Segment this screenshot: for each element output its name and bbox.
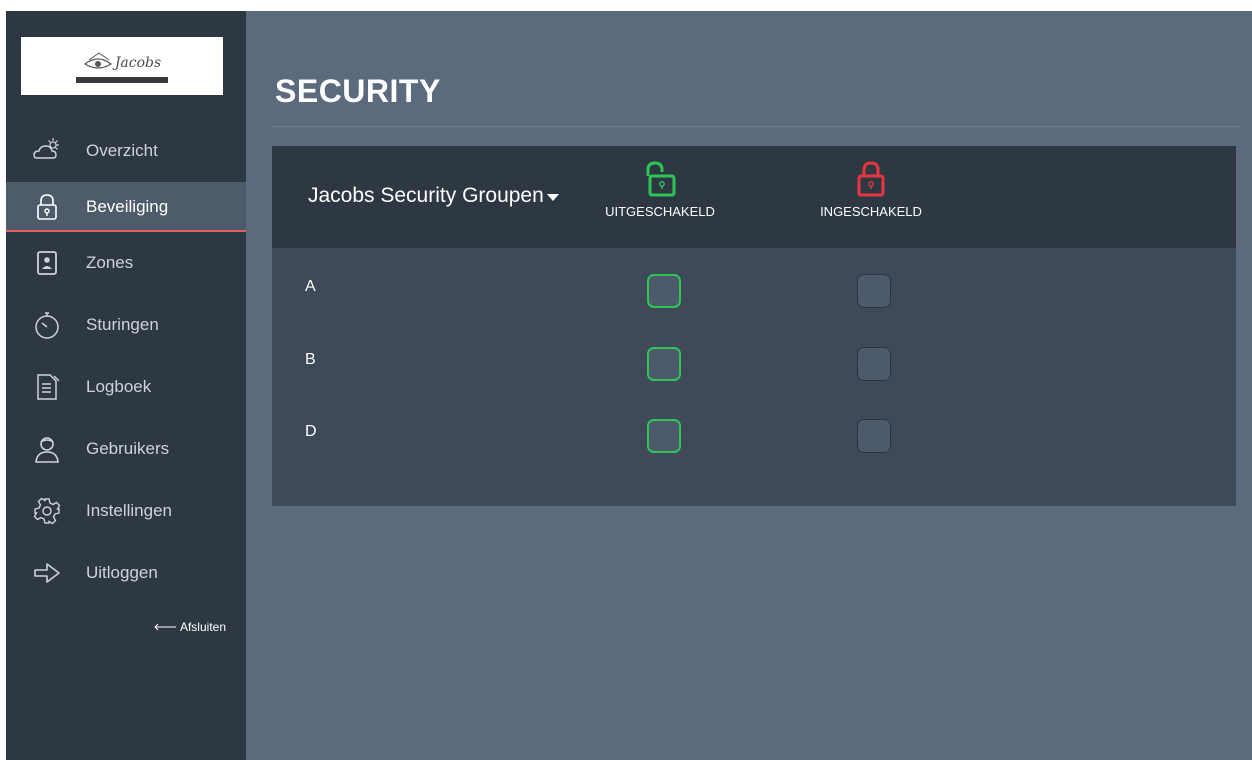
column-label-armed: INGESCHAKELD (820, 204, 922, 219)
sidebar-item-overzicht[interactable]: Overzicht (6, 120, 246, 182)
timer-icon (35, 312, 59, 339)
disarm-checkbox-b[interactable] (647, 347, 681, 381)
sidebar-item-label: Beveiliging (86, 197, 169, 216)
column-header-disarmed: UITGESCHAKELD (590, 160, 730, 219)
group-row-b: B (272, 347, 1236, 411)
group-label: D (305, 423, 317, 440)
arrow-left-icon (154, 623, 176, 631)
page-title: SECURITY (275, 73, 441, 109)
security-panel: Jacobs Security Groupen UITGESCHAKELD IN… (272, 146, 1236, 506)
disarm-checkbox-d[interactable] (647, 419, 681, 453)
sidebar-item-label: Logboek (86, 377, 152, 396)
sidebar-item-label: Instellingen (86, 501, 173, 520)
logbook-icon (37, 374, 60, 400)
user-icon (35, 437, 59, 463)
sidebar-item-gebruikers[interactable]: Gebruikers (6, 418, 246, 480)
sidebar-item-label: Overzicht (86, 141, 158, 160)
arm-checkbox-b[interactable] (857, 347, 891, 381)
title-divider (272, 126, 1240, 127)
arm-checkbox-d[interactable] (857, 419, 891, 453)
group-row-a: A (272, 274, 1236, 338)
group-label: B (305, 351, 316, 368)
brand-logo: Jacobs (21, 37, 223, 95)
main-content: SECURITY Jacobs Security Groupen UITGESC… (246, 11, 1252, 760)
logo-strip (76, 76, 168, 83)
sidebar-item-label: Uitloggen (86, 563, 158, 582)
arm-checkbox-a[interactable] (857, 274, 891, 308)
sidebar-item-uitloggen[interactable]: Uitloggen (6, 542, 246, 604)
sidebar-item-logboek[interactable]: Logboek (6, 356, 246, 418)
sidebar: Jacobs Overzicht Beveiliging Zones Sturi… (6, 11, 246, 760)
sidebar-item-label: Sturingen (86, 315, 159, 334)
locked-icon (857, 161, 885, 197)
column-header-armed: INGESCHAKELD (801, 160, 941, 219)
sidebar-item-instellingen[interactable]: Instellingen (6, 480, 246, 542)
sidebar-item-sturingen[interactable]: Sturingen (6, 294, 246, 356)
sidebar-item-beveiliging[interactable]: Beveiliging (6, 182, 246, 232)
logout-icon (34, 563, 60, 583)
gear-icon (33, 497, 61, 525)
column-label-disarmed: UITGESCHAKELD (605, 204, 715, 219)
unlocked-icon (646, 161, 676, 197)
close-sidebar-link[interactable]: Afsluiten (153, 620, 226, 634)
group-row-d: D (272, 419, 1236, 483)
close-label: Afsluiten (179, 620, 226, 634)
group-select-label: Jacobs Security Groupen (308, 184, 544, 207)
sidebar-item-label: Zones (86, 253, 134, 272)
disarm-checkbox-a[interactable] (647, 274, 681, 308)
eye-logo-icon (83, 51, 112, 69)
group-label: A (305, 278, 316, 295)
panel-header: Jacobs Security Groupen UITGESCHAKELD IN… (272, 146, 1236, 248)
caret-down-icon (546, 193, 559, 201)
app-window: Jacobs Overzicht Beveiliging Zones Sturi… (6, 11, 1252, 760)
sidebar-item-zones[interactable]: Zones (6, 232, 246, 294)
group-select-dropdown[interactable]: Jacobs Security Groupen (308, 184, 559, 208)
zone-icon (37, 251, 57, 275)
weather-icon (33, 138, 59, 159)
sidebar-nav: Overzicht Beveiliging Zones Sturingen Lo… (6, 120, 246, 604)
sidebar-item-label: Gebruikers (86, 439, 170, 458)
logo-text: Jacobs (114, 54, 162, 71)
lock-icon (37, 194, 57, 220)
